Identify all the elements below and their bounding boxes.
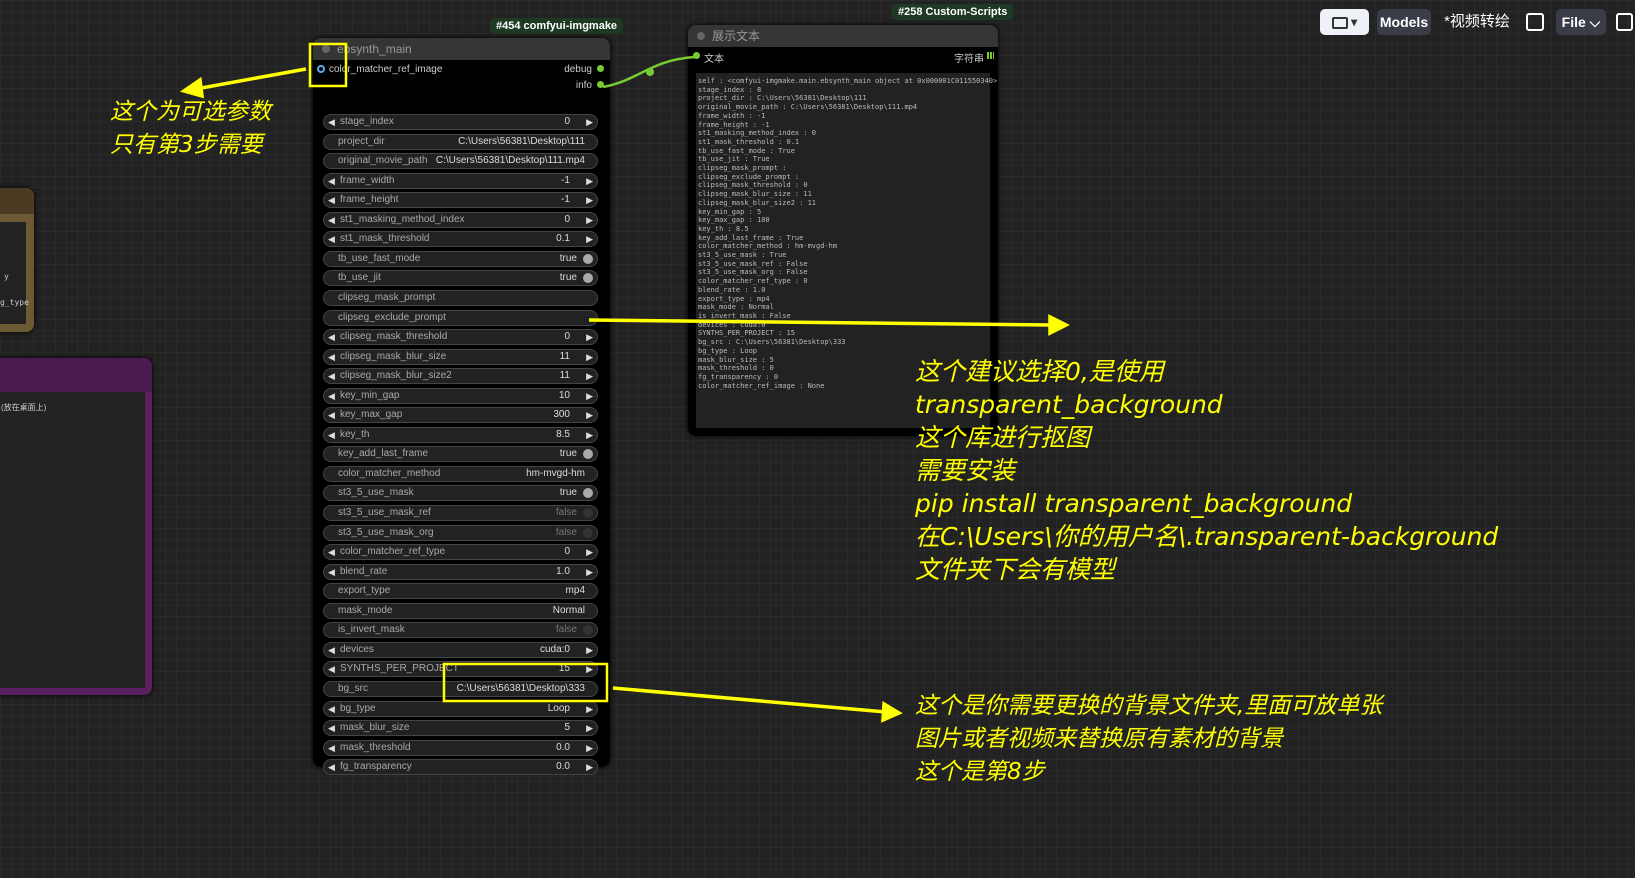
- arrowhead: [881, 701, 903, 723]
- link-midpoint: [646, 68, 654, 76]
- annotation-line: 这个建议选择0,是使用: [915, 357, 1164, 386]
- annotation-line: 只有第3步需要: [110, 132, 263, 158]
- arrow-optional: [195, 67, 307, 91]
- annotation-threshold: 这个建议选择0,是使用 transparent_background 这个库进行抠图…: [915, 355, 1498, 586]
- annotation-line: pip install transparent_background: [915, 489, 1353, 518]
- arrowhead: [179, 76, 205, 99]
- arrow-bg: [612, 686, 887, 714]
- annotation-line: 这个为可选参数: [110, 99, 271, 125]
- annotation-line: 这个是第8步: [915, 759, 1045, 785]
- highlight-box-input: [308, 42, 348, 88]
- annotation-bg: 这个是你需要更换的背景文件夹,里面可放单张 图片或者视频来替换原有素材的背景 这个是…: [915, 690, 1382, 789]
- annotation-line: 这个是你需要更换的背景文件夹,里面可放单张: [915, 693, 1383, 719]
- file-menu-button[interactable]: File ⌵: [1556, 9, 1606, 35]
- annotation-line: 在C:\Users\你的用户名\.transparent-background: [915, 522, 1499, 551]
- save-icon[interactable]: [1616, 13, 1633, 31]
- annotation-optional: 这个为可选参数 只有第3步需要: [110, 96, 271, 162]
- workflow-title[interactable]: *视频转绘: [1438, 9, 1516, 35]
- folder-icon: [1331, 16, 1348, 29]
- models-button[interactable]: Models: [1377, 9, 1431, 35]
- arrowhead: [1048, 314, 1070, 336]
- image-icon[interactable]: [1526, 13, 1544, 31]
- annotation-line: transparent_background: [915, 390, 1223, 419]
- annotation-line: 需要安装: [915, 456, 1016, 485]
- annotation-line: 文件夹下会有模型: [915, 555, 1116, 584]
- highlight-box-bg: [442, 662, 609, 703]
- file-label: File: [1561, 14, 1586, 30]
- arrow-threshold: [588, 318, 1053, 327]
- annotation-line: 图片或者视频来替换原有素材的背景: [915, 726, 1283, 752]
- folder-menu-button[interactable]: ▾: [1320, 9, 1369, 35]
- annotation-line: 这个库进行抠图: [915, 423, 1091, 452]
